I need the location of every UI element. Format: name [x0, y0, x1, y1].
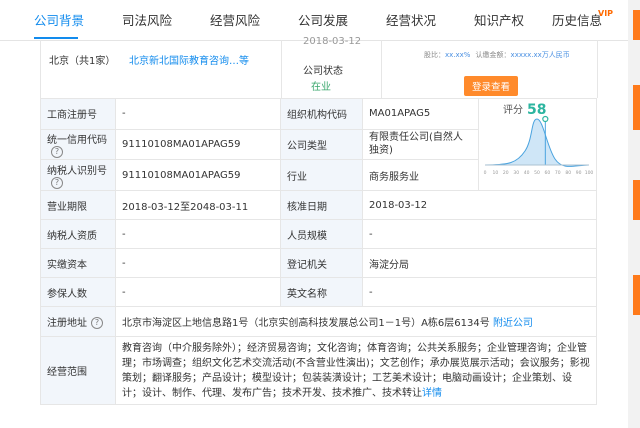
side-marker — [633, 180, 640, 220]
value-registration-authority: 海淀分局 — [362, 248, 597, 278]
score-tick-label: 20 — [503, 170, 509, 176]
tab-history[interactable]: 历史信息 — [552, 10, 602, 29]
login-view-button[interactable]: 登录查看 — [464, 76, 519, 96]
score-value: 58 — [527, 102, 546, 118]
label-company-type: 公司类型 — [280, 128, 363, 161]
label-business-term: 营业期限 — [40, 190, 116, 220]
info-table: 工商注册号 - 组织机构代码 MA01APAG5 评分 58 0 10 20 30 40… — [40, 98, 597, 405]
date-partial: 2018-03-12 — [303, 36, 362, 47]
score-tick-label: 10 — [493, 170, 499, 176]
score-tick-label: 100 — [585, 170, 594, 176]
value-business-term: 2018-03-12至2048-03-11 — [115, 190, 281, 220]
help-icon[interactable]: ? — [91, 317, 103, 329]
tab-operating-status[interactable]: 经营状况 — [386, 10, 436, 29]
table-row: 营业期限 2018-03-12至2048-03-11 核准日期 2018-03-… — [40, 190, 597, 220]
score-label: 评分 — [503, 104, 523, 116]
region-text: 北京（共1家） — [49, 56, 116, 67]
value-taxpayer-qualification: - — [115, 219, 281, 249]
help-icon[interactable]: ? — [51, 176, 63, 189]
label-taxpayer-qualification: 纳税人资质 — [40, 219, 116, 249]
table-row: 纳税人资质 - 人员规模 - — [40, 219, 597, 249]
value-industry: 商务服务业 — [362, 159, 479, 191]
active-tab-indicator — [34, 37, 78, 39]
side-marker — [633, 275, 640, 315]
score-chart: 评分 58 0 10 20 30 40 50 60 70 80 90 100 — [484, 102, 594, 176]
label-industry: 行业 — [280, 159, 363, 191]
table-row: 工商注册号 - 组织机构代码 MA01APAG5 评分 58 0 10 20 30 40… — [40, 98, 597, 191]
value-credit-code: 91110108MA01APAG59 — [115, 128, 281, 161]
side-marker — [633, 85, 640, 130]
top-section: 北京（共1家） 北京新北国际教育咨询…等 2018-03-12 公司状态 在业 … — [40, 36, 598, 98]
label-registration-authority: 登记机关 — [280, 248, 363, 278]
vip-badge: VIP — [598, 9, 614, 18]
value-taxpayer-id: 91110108MA01APAG59 — [115, 159, 281, 191]
score-axis-ticks: 0 10 20 30 40 50 60 70 80 90 100 — [484, 170, 594, 176]
score-tick-label: 60 — [545, 170, 551, 176]
label-reg-number: 工商注册号 — [40, 98, 116, 130]
company-info-panel: 北京（共1家） 北京新北国际教育咨询…等 2018-03-12 公司状态 在业 … — [40, 36, 598, 428]
score-distribution-curve — [484, 118, 590, 167]
table-row: 实缴资本 - 登记机关 海淀分局 — [40, 248, 597, 278]
help-icon[interactable]: ? — [51, 145, 63, 158]
value-reg-number: - — [115, 98, 281, 130]
label-insured-count: 参保人数 — [40, 277, 116, 307]
tab-bar: 公司背景 司法风险 经营风险 公司发展 经营状况 知识产权 历史信息 VIP — [0, 0, 628, 41]
nearby-companies-link[interactable]: 附近公司 — [493, 318, 533, 329]
status-label: 公司状态 — [303, 66, 343, 77]
label-staff-size: 人员规模 — [280, 219, 363, 249]
tab-intellectual-property[interactable]: 知识产权 — [474, 10, 524, 29]
right-edge-panel — [628, 0, 640, 428]
score-tick-label: 70 — [555, 170, 561, 176]
score-tick-label: 90 — [576, 170, 582, 176]
label-credit-code: 统一信用代码 — [47, 134, 107, 146]
scope-details-link[interactable]: 详情 — [422, 388, 442, 399]
score-tick-label: 80 — [565, 170, 571, 176]
value-english-name: - — [362, 277, 597, 307]
table-row: 参保人数 - 英文名称 - — [40, 277, 597, 307]
score-marker-dot — [542, 115, 549, 123]
status-value: 在业 — [311, 82, 331, 93]
tab-operating-risk[interactable]: 经营风险 — [210, 10, 260, 29]
score-tick-label: 50 — [534, 170, 540, 176]
label-approval-date: 核准日期 — [280, 190, 363, 220]
label-business-scope: 经营范围 — [40, 336, 116, 405]
table-row: 经营范围 教育咨询（中介服务除外）；经济贸易咨询；文化咨询；体育咨询；公共关系服… — [40, 336, 597, 405]
tab-judicial-risk[interactable]: 司法风险 — [122, 10, 172, 29]
score-tick-label: 0 — [484, 170, 487, 176]
region-company-link[interactable]: 北京新北国际教育咨询…等 — [129, 52, 249, 67]
score-tick-label: 40 — [524, 170, 530, 176]
label-paid-capital: 实缴资本 — [40, 248, 116, 278]
value-insured-count: - — [115, 277, 281, 307]
value-company-type: 有限责任公司(自然人独资) — [362, 128, 479, 161]
side-marker — [633, 10, 640, 40]
value-paid-capital: - — [115, 248, 281, 278]
value-org-code: MA01APAG5 — [362, 98, 479, 130]
score-cell: 评分 58 0 10 20 30 40 50 60 70 80 90 100 — [478, 98, 597, 191]
value-address: 北京市海淀区上地信息路1号（北京实创高科技发展总公司1－1号）A栋6层6134号 — [122, 318, 490, 329]
shareholder-cell: 股比：xx.xx% 认缴金额：xxxxx.xx万人民币 登录查看 — [381, 40, 598, 98]
region-cell: 北京（共1家） 北京新北国际教育咨询…等 — [41, 40, 282, 98]
label-address: 注册地址 — [47, 318, 87, 329]
table-row: 注册地址? 北京市海淀区上地信息路1号（北京实创高科技发展总公司1－1号）A栋6… — [40, 306, 597, 337]
label-taxpayer-id: 纳税人识别号 — [47, 165, 107, 177]
tab-company-development[interactable]: 公司发展 — [298, 10, 348, 29]
label-org-code: 组织机构代码 — [280, 98, 363, 130]
label-english-name: 英文名称 — [280, 277, 363, 307]
score-tick-label: 30 — [513, 170, 519, 176]
value-approval-date: 2018-03-12 — [362, 190, 597, 220]
value-staff-size: - — [362, 219, 597, 249]
tab-company-background[interactable]: 公司背景 — [34, 10, 84, 29]
shareholder-line: 股比：xx.xx% 认缴金额：xxxxx.xx万人民币 — [424, 51, 570, 59]
value-business-scope: 教育咨询（中介服务除外）；经济贸易咨询；文化咨询；体育咨询；公共关系服务；企业管… — [122, 342, 590, 399]
